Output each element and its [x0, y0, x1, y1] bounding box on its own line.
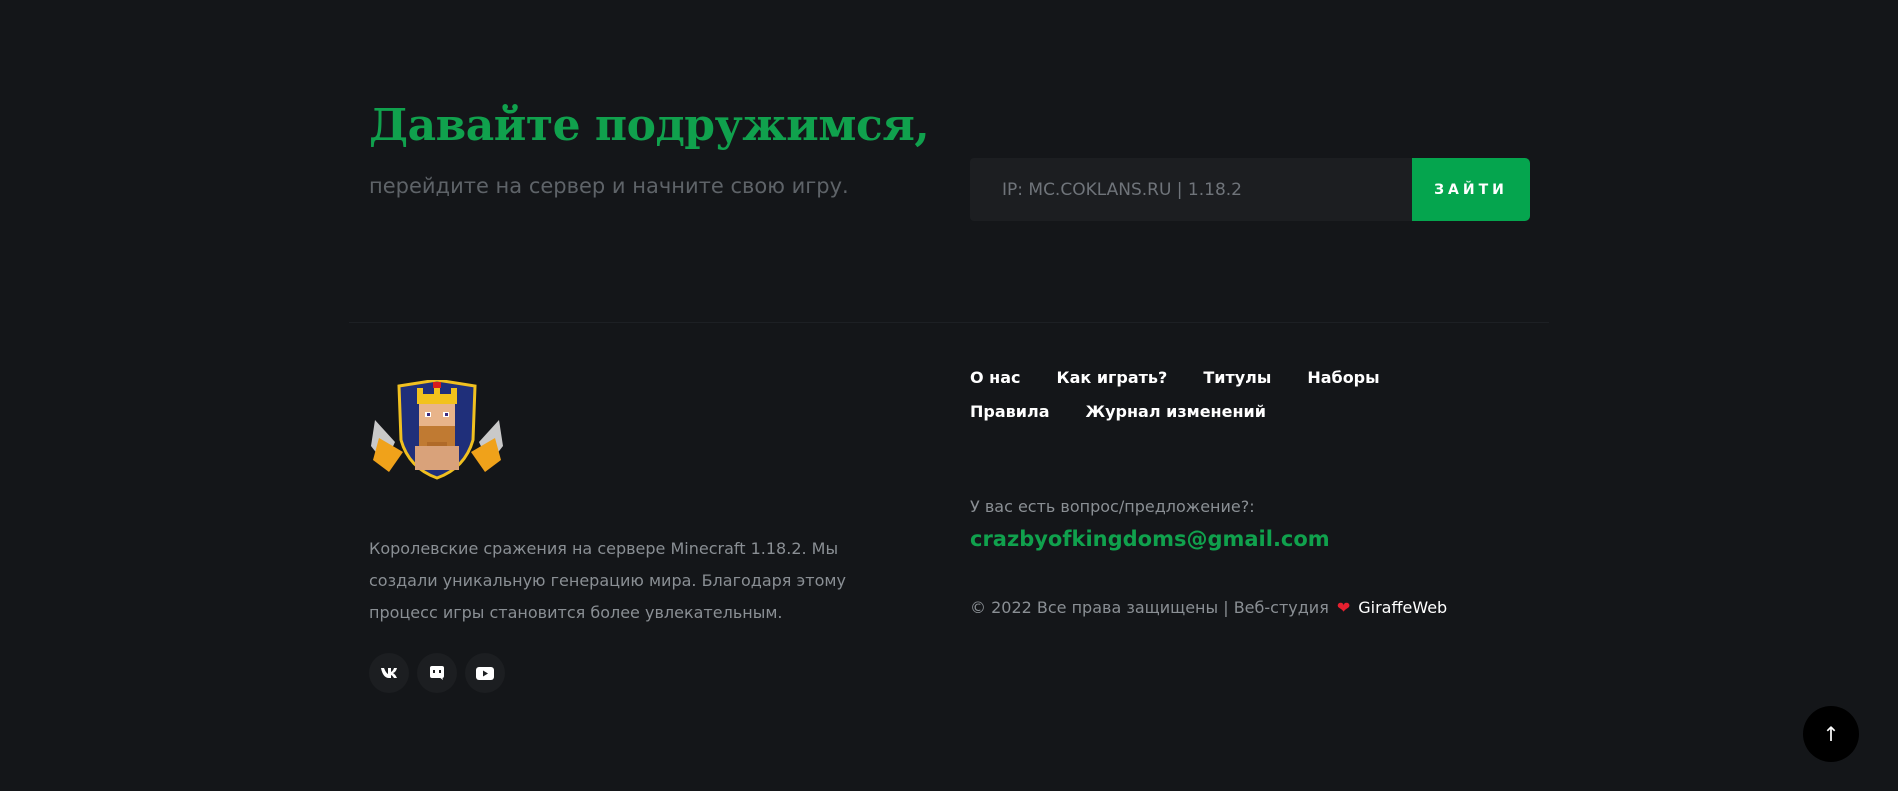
nav-about[interactable]: О нас: [970, 366, 1021, 390]
youtube-icon: [476, 666, 494, 680]
cta-headline: Давайте подружимся,: [369, 100, 930, 151]
kingdom-logo: [371, 380, 503, 480]
vk-icon: [381, 668, 397, 678]
footer-nav: О нас Как играть? Титулы Наборы Правила …: [970, 366, 1490, 424]
heart-icon: ❤: [1336, 598, 1351, 617]
vk-link[interactable]: [369, 653, 409, 693]
scroll-to-top-button[interactable]: ↑: [1803, 706, 1859, 762]
youtube-link[interactable]: [465, 653, 505, 693]
nav-titles[interactable]: Титулы: [1203, 366, 1271, 390]
nav-changelog[interactable]: Журнал изменений: [1086, 400, 1266, 424]
join-button[interactable]: ЗАЙТИ: [1412, 158, 1530, 221]
section-divider: [349, 322, 1549, 323]
nav-rules[interactable]: Правила: [970, 400, 1050, 424]
arrow-up-icon: ↑: [1822, 722, 1840, 746]
social-links: [369, 653, 505, 693]
footer-description: Королевские сражения на сервере Minecraf…: [369, 539, 846, 622]
copyright: © 2022 Все права защищены | Веб-студия ❤…: [970, 598, 1447, 617]
discord-link[interactable]: [417, 653, 457, 693]
copyright-text: © 2022 Все права защищены | Веб-студия: [970, 598, 1329, 617]
cta-subline: перейдите на сервер и начните свою игру.: [369, 174, 849, 198]
contact-email-link[interactable]: crazbyofkingdoms@gmail.com: [970, 527, 1330, 551]
server-ip-field[interactable]: [970, 158, 1412, 221]
studio-link[interactable]: GiraffeWeb: [1358, 598, 1447, 617]
contact-question: У вас есть вопрос/предложение?:: [970, 497, 1255, 516]
nav-kits[interactable]: Наборы: [1307, 366, 1379, 390]
nav-how-to-play[interactable]: Как играть?: [1057, 366, 1168, 390]
server-ip-input[interactable]: [970, 158, 1412, 221]
discord-icon: [430, 666, 444, 680]
